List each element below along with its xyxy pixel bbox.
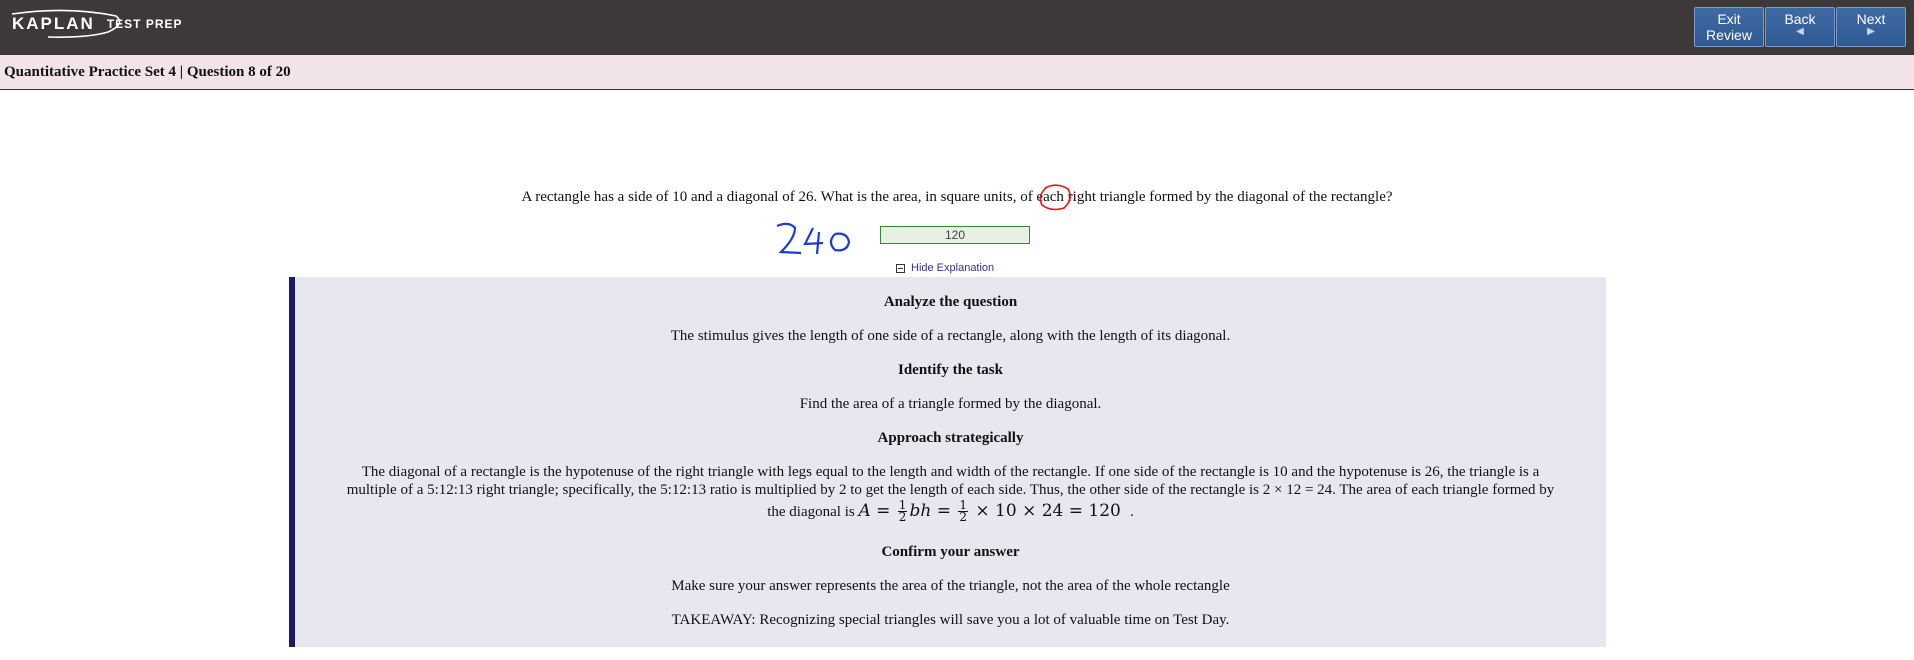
explanation-panel: Analyze the question The stimulus gives … — [289, 277, 1606, 647]
back-button[interactable]: Back ◀ — [1765, 7, 1835, 47]
formula-period: . — [1130, 504, 1134, 520]
area-formula: A = 1 2 bh = 1 2 × 10 × 24 = 120 — [858, 499, 1126, 524]
handwritten-note: 240 — [775, 222, 865, 258]
section-body-line: multiple of a 5:12:13 right triangle; sp… — [346, 482, 1555, 498]
top-bar: KAPLAN TEST PREP Exit Review Back ◀ Next… — [0, 0, 1914, 55]
takeaway-text: TAKEAWAY: Recognizing special triangles … — [671, 612, 1230, 628]
formula-line: the diagonal is A = 1 2 bh = 1 2 × 10 × … — [305, 499, 1596, 524]
exit-review-line2: Review — [1706, 27, 1752, 43]
question-header: Quantitative Practice Set 4 | Question 8… — [0, 55, 1914, 90]
section-heading: Analyze the question — [883, 294, 1018, 310]
back-label: Back — [1784, 11, 1816, 27]
logo-word: KAPLAN — [12, 14, 95, 33]
collapse-minus-icon — [896, 263, 905, 273]
next-label: Next — [1856, 11, 1886, 27]
formula-fraction: 1 2 — [897, 499, 908, 524]
kaplan-logo: KAPLAN TEST PREP — [11, 9, 183, 39]
section-heading: Approach strategically — [877, 430, 1024, 446]
red-circle-annotation-icon — [1039, 184, 1072, 211]
section-body-line: The diagonal of a rectangle is the hypot… — [361, 464, 1540, 480]
question-set-title: Quantitative Practice Set 4 | Question 8… — [4, 64, 291, 80]
hide-explanation-link[interactable]: Hide Explanation — [896, 262, 994, 274]
nav-buttons: Exit Review Back ◀ Next ▶ — [1694, 7, 1906, 47]
formula-equals: = — [936, 501, 951, 521]
answer-field[interactable]: 120 — [880, 226, 1030, 244]
section-body: Make sure your answer represents the are… — [671, 578, 1230, 594]
formula-fraction: 1 2 — [958, 499, 968, 524]
exit-review-line1: Exit — [1717, 11, 1741, 27]
hide-explanation-label: Hide Explanation — [911, 262, 995, 274]
section-body: Find the area of a triangle formed by th… — [799, 396, 1102, 412]
formula-equals: = — [876, 501, 891, 521]
formula-prefix: the diagonal is — [767, 504, 855, 520]
exit-review-button[interactable]: Exit Review — [1694, 7, 1764, 47]
formula-bh: bh — [909, 501, 932, 521]
handwritten-240-icon — [776, 222, 851, 255]
formula-var-a: A — [858, 501, 871, 521]
back-arrow-icon: ◀ — [1796, 26, 1804, 37]
formula-rest: × 10 × 24 = 120 — [975, 501, 1121, 521]
section-heading: Confirm your answer — [881, 544, 1020, 560]
section-heading: Identify the task — [897, 362, 1003, 378]
fraction-denominator: 2 — [898, 510, 907, 524]
question-text: A rectangle has a side of 10 and a diago… — [521, 189, 1393, 205]
next-button[interactable]: Next ▶ — [1836, 7, 1906, 47]
next-arrow-icon: ▶ — [1867, 26, 1875, 37]
fraction-denominator: 2 — [959, 510, 967, 524]
section-body: The stimulus gives the length of one sid… — [670, 328, 1231, 344]
